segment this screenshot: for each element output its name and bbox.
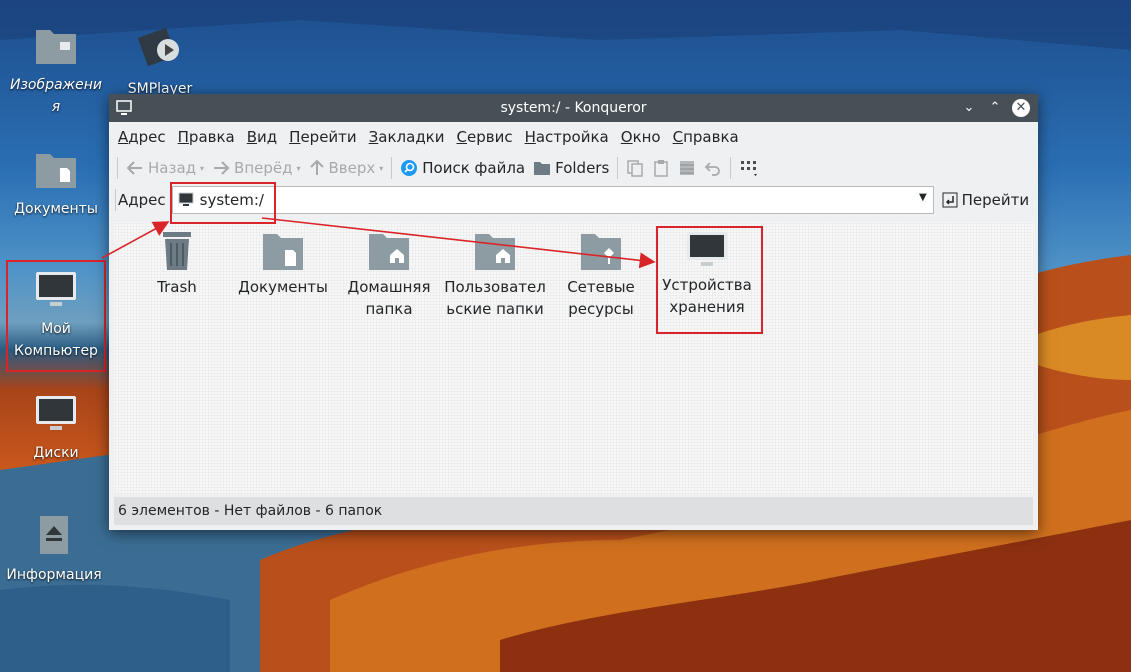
folders-button[interactable]: Folders xyxy=(529,155,613,181)
toolbar-separator xyxy=(617,157,619,179)
toolbar-separator xyxy=(730,157,732,179)
desktop-icon-label: Диски xyxy=(33,445,79,461)
file-item-user-folders[interactable]: Пользовательские папки xyxy=(442,230,548,320)
copy-icon xyxy=(627,160,644,177)
cut-button[interactable] xyxy=(674,155,700,181)
window-title: system:/ - Konqueror xyxy=(500,100,647,116)
toolbar-separator xyxy=(391,157,393,179)
folder-image-icon xyxy=(36,30,76,64)
folder-home-icon xyxy=(475,234,515,270)
file-item-label: Домашняя папка xyxy=(347,278,431,318)
highlight-box-my-computer xyxy=(6,260,106,372)
enter-arrow-icon xyxy=(942,192,958,208)
dropdown-arrow-icon: ▾ xyxy=(296,163,301,173)
up-button[interactable]: Вверх ▾ xyxy=(305,155,388,181)
minimize-button[interactable]: ⌄ xyxy=(960,99,978,117)
highlight-box-address xyxy=(170,182,276,224)
chevron-down-icon: ⌄ xyxy=(963,100,975,115)
forward-label: Вперёд xyxy=(234,159,293,177)
monitor-icon xyxy=(36,396,76,430)
folders-label: Folders xyxy=(555,159,610,177)
file-item-label: Документы xyxy=(238,278,328,296)
find-file-button[interactable]: Поиск файла xyxy=(396,155,529,181)
desktop-icon-documents[interactable]: Документы xyxy=(8,150,104,220)
konqueror-window[interactable]: system:/ - Konqueror ⌄ ⌃ ✕ Адрес Правка … xyxy=(109,94,1038,530)
menu-bookmarks[interactable]: Закладки xyxy=(363,128,451,146)
desktop-icon-label: Информация xyxy=(6,567,102,583)
paste-button[interactable] xyxy=(648,155,674,181)
dropdown-arrow-icon: ▾ xyxy=(200,163,205,173)
copy-button[interactable] xyxy=(622,155,648,181)
desktop-icon-images[interactable]: Изображения xyxy=(8,26,104,118)
dropdown-arrow-icon[interactable]: ▼ xyxy=(919,192,927,203)
file-item-label: Сетевые ресурсы xyxy=(567,278,635,318)
toolbar-handle xyxy=(117,157,118,179)
search-icon xyxy=(401,160,418,176)
back-button[interactable]: Назад ▾ xyxy=(122,155,208,181)
view-mode-button[interactable] xyxy=(735,155,763,181)
highlight-box-storage-devices xyxy=(656,226,763,334)
undo-icon xyxy=(705,162,721,176)
folder-home-icon xyxy=(369,234,409,270)
file-item-network[interactable]: Сетевые ресурсы xyxy=(548,230,654,320)
address-input[interactable]: system:/ ▼ xyxy=(171,186,934,214)
address-label: Адрес xyxy=(118,191,166,209)
status-bar: 6 элементов - Нет файлов - 6 папок xyxy=(114,497,1033,525)
grid-view-icon xyxy=(741,161,758,176)
toolbar-handle xyxy=(115,189,116,211)
file-item-trash[interactable]: Trash xyxy=(124,230,230,298)
menu-help[interactable]: Справка xyxy=(667,128,745,146)
arrow-left-icon xyxy=(126,161,142,175)
window-monitor-icon xyxy=(116,100,132,115)
arrow-up-icon xyxy=(309,159,324,175)
eject-icon xyxy=(40,516,68,554)
trash-icon xyxy=(163,232,191,270)
go-label: Перейти xyxy=(961,191,1030,209)
desktop-icon-label: Изображения xyxy=(9,77,103,115)
pattern-icon xyxy=(680,161,695,175)
menu-settings[interactable]: Настройка xyxy=(519,128,615,146)
paste-icon xyxy=(654,160,669,177)
menu-edit[interactable]: Правка xyxy=(172,128,241,146)
chevron-up-icon: ⌃ xyxy=(989,100,1001,115)
file-item-label: Пользовательские папки xyxy=(444,278,546,318)
menu-tools[interactable]: Сервис xyxy=(451,128,519,146)
menu-go[interactable]: Перейти xyxy=(283,128,363,146)
menu-address[interactable]: Адрес xyxy=(112,128,172,146)
up-label: Вверх xyxy=(328,159,376,177)
folder-network-icon xyxy=(581,234,621,270)
title-bar[interactable]: system:/ - Konqueror ⌄ ⌃ ✕ xyxy=(109,94,1038,122)
dropdown-arrow-icon: ▾ xyxy=(379,163,384,173)
go-button[interactable]: Перейти xyxy=(942,191,1030,209)
close-icon: ✕ xyxy=(1015,100,1027,115)
file-item-documents[interactable]: Документы xyxy=(230,230,336,298)
menu-window[interactable]: Окно xyxy=(615,128,667,146)
close-button[interactable]: ✕ xyxy=(1012,99,1030,117)
folder-document-icon xyxy=(36,154,76,188)
forward-button[interactable]: Вперёд ▾ xyxy=(208,155,304,181)
desktop-icon-smplayer[interactable]: SMPlayer xyxy=(112,26,208,100)
desktop-icon-info[interactable]: Информация xyxy=(6,514,102,586)
maximize-button[interactable]: ⌃ xyxy=(986,99,1004,117)
arrow-right-icon xyxy=(214,161,230,175)
desktop-icon-disks[interactable]: Диски xyxy=(8,394,104,464)
file-view[interactable]: Trash Документы Домашняя папка Пользоват… xyxy=(114,222,1033,494)
folder-document-icon xyxy=(263,234,303,270)
file-item-label: Trash xyxy=(157,278,197,296)
undo-button[interactable] xyxy=(700,155,726,181)
folder-icon xyxy=(534,162,551,175)
menu-bar: Адрес Правка Вид Перейти Закладки Сервис… xyxy=(109,122,1038,152)
file-item-home[interactable]: Домашняя папка xyxy=(336,230,442,320)
back-label: Назад xyxy=(148,159,197,177)
smplayer-icon xyxy=(137,27,179,67)
desktop-icon-label: Документы xyxy=(14,201,98,217)
main-toolbar: Назад ▾ Вперёд ▾ Вверх ▾ Поиск файла Folder… xyxy=(109,152,1038,184)
menu-view[interactable]: Вид xyxy=(241,128,283,146)
find-file-label: Поиск файла xyxy=(422,159,526,177)
